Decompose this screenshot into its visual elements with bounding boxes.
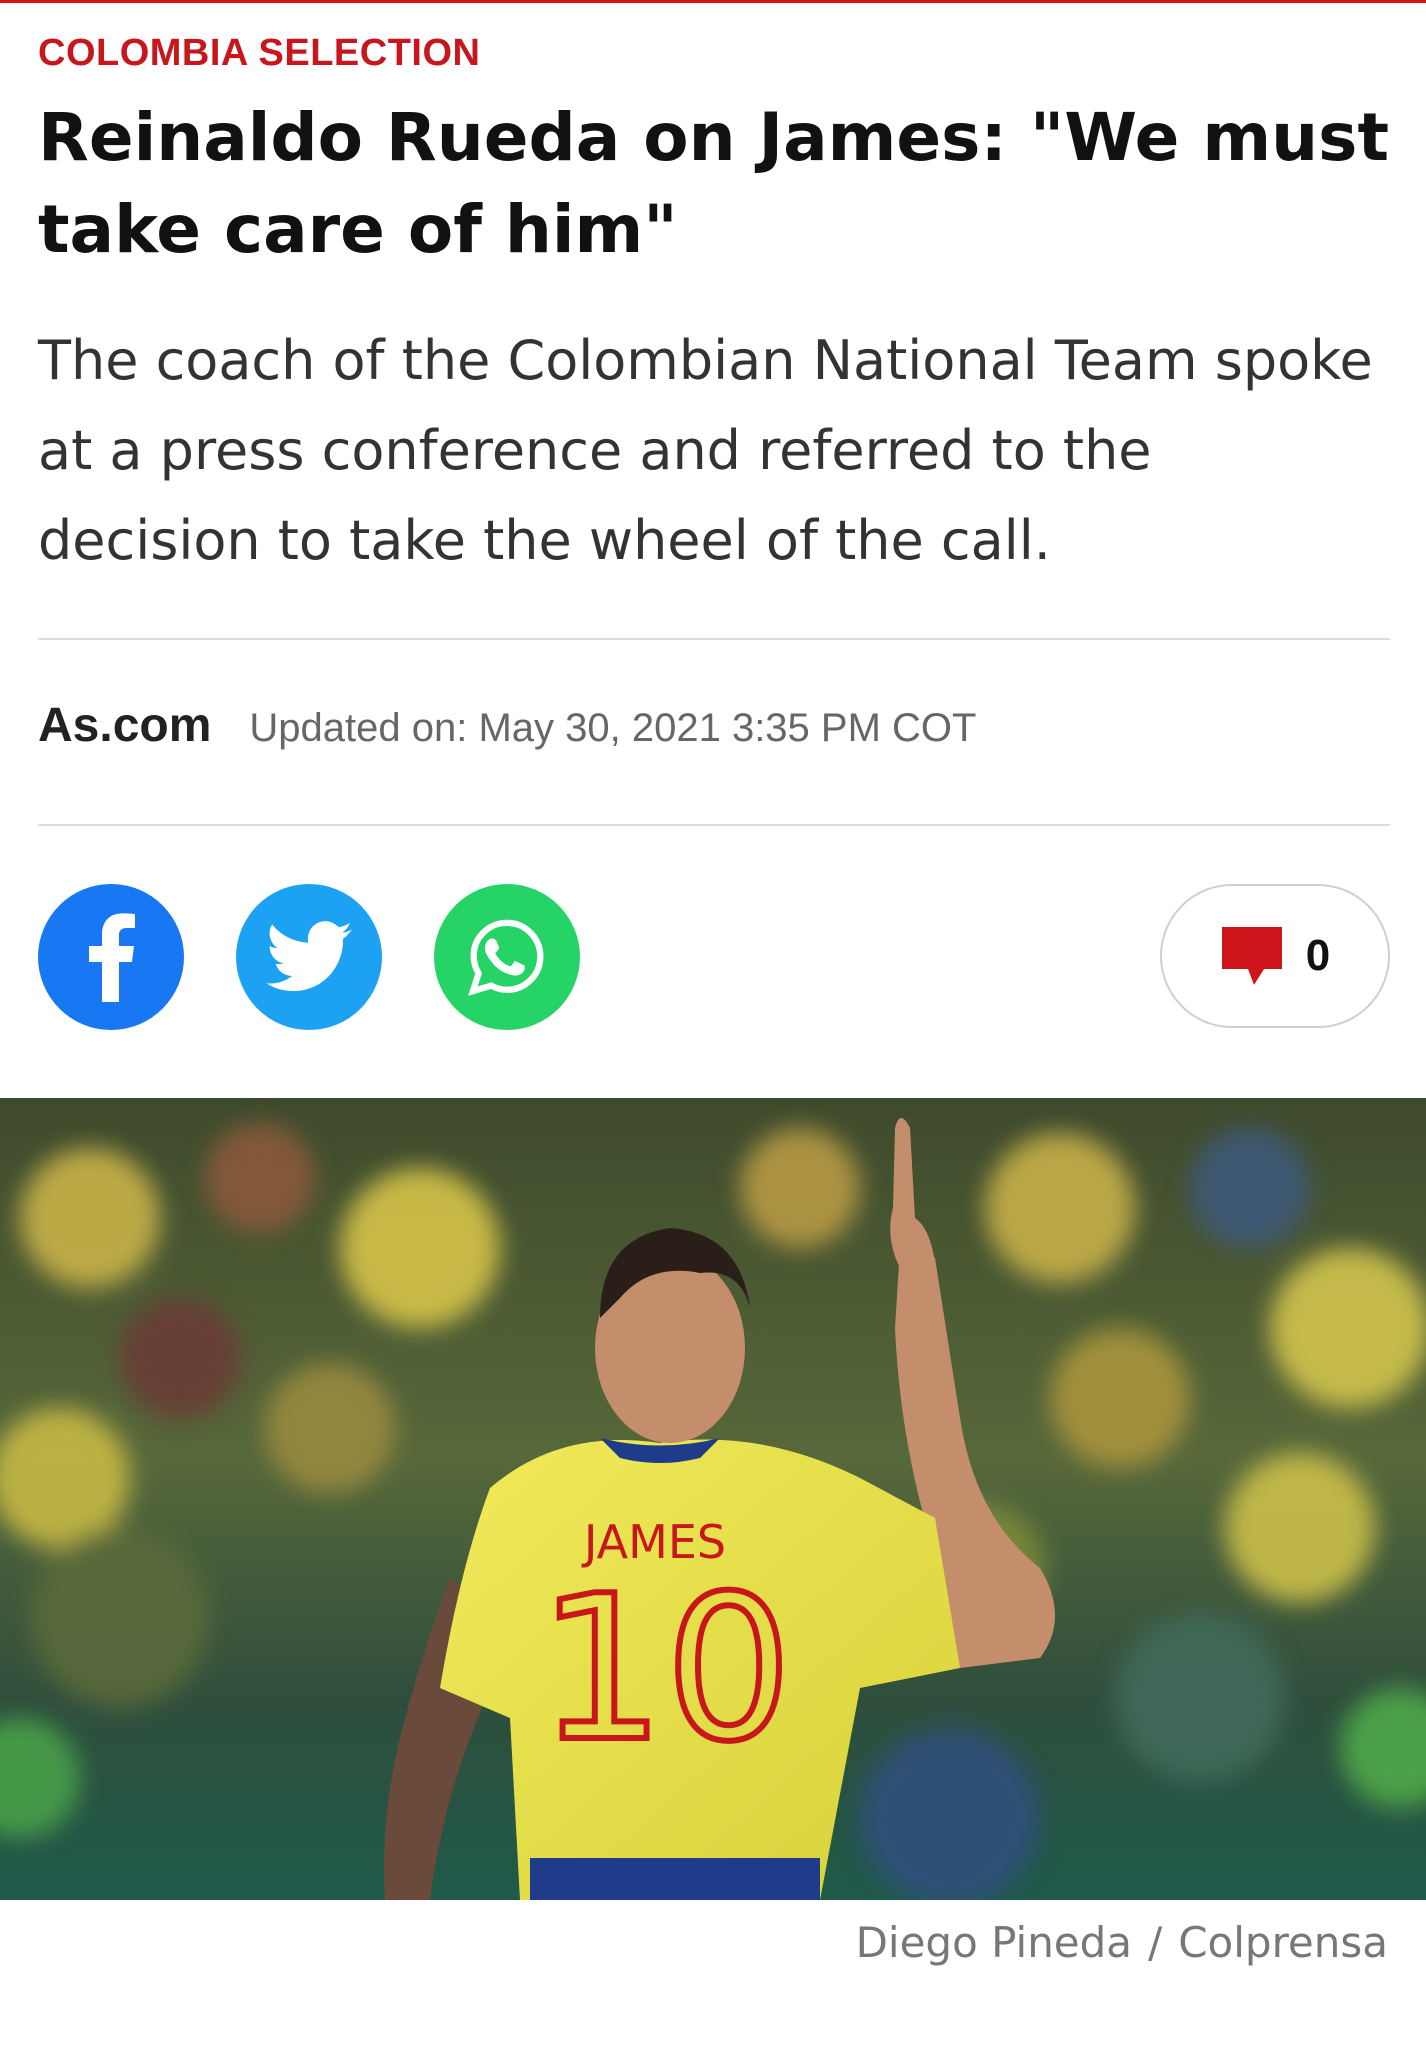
credit-author: Diego Pineda <box>855 1918 1133 1967</box>
twitter-icon <box>266 921 352 992</box>
photo-illustration: JAMES 10 <box>0 1098 1426 1900</box>
article-subtitle: The coach of the Colombian National Team… <box>38 329 1373 572</box>
jersey-number: 10 <box>538 1553 793 1786</box>
top-accent-line <box>0 0 1426 3</box>
comment-icon <box>1221 927 1282 985</box>
byline: As.com Updated on: May 30, 2021 3:35 PM … <box>38 698 976 753</box>
article-title: Reinaldo Rueda on James: "We must take c… <box>38 99 1390 268</box>
divider <box>38 638 1390 640</box>
share-bar <box>38 884 632 1030</box>
whatsapp-share-button[interactable] <box>434 884 580 1030</box>
photo-credit: Diego Pineda / Colprensa <box>856 1918 1388 1967</box>
facebook-share-button[interactable] <box>38 884 184 1030</box>
credit-agency: Colprensa <box>1178 1918 1388 1967</box>
whatsapp-icon <box>468 919 544 996</box>
comments-count: 0 <box>1305 931 1331 980</box>
credit-separator: / <box>1148 1918 1163 1967</box>
facebook-icon <box>89 913 135 1002</box>
twitter-share-button[interactable] <box>236 884 382 1030</box>
divider <box>38 824 1390 826</box>
section-kicker[interactable]: COLOMBIA SELECTION <box>38 32 480 75</box>
article-photo: JAMES 10 <box>0 1098 1426 1900</box>
source-name[interactable]: As.com <box>38 698 211 753</box>
updated-timestamp: Updated on: May 30, 2021 3:35 PM COT <box>249 706 977 750</box>
comments-button[interactable]: 0 <box>1160 884 1390 1028</box>
